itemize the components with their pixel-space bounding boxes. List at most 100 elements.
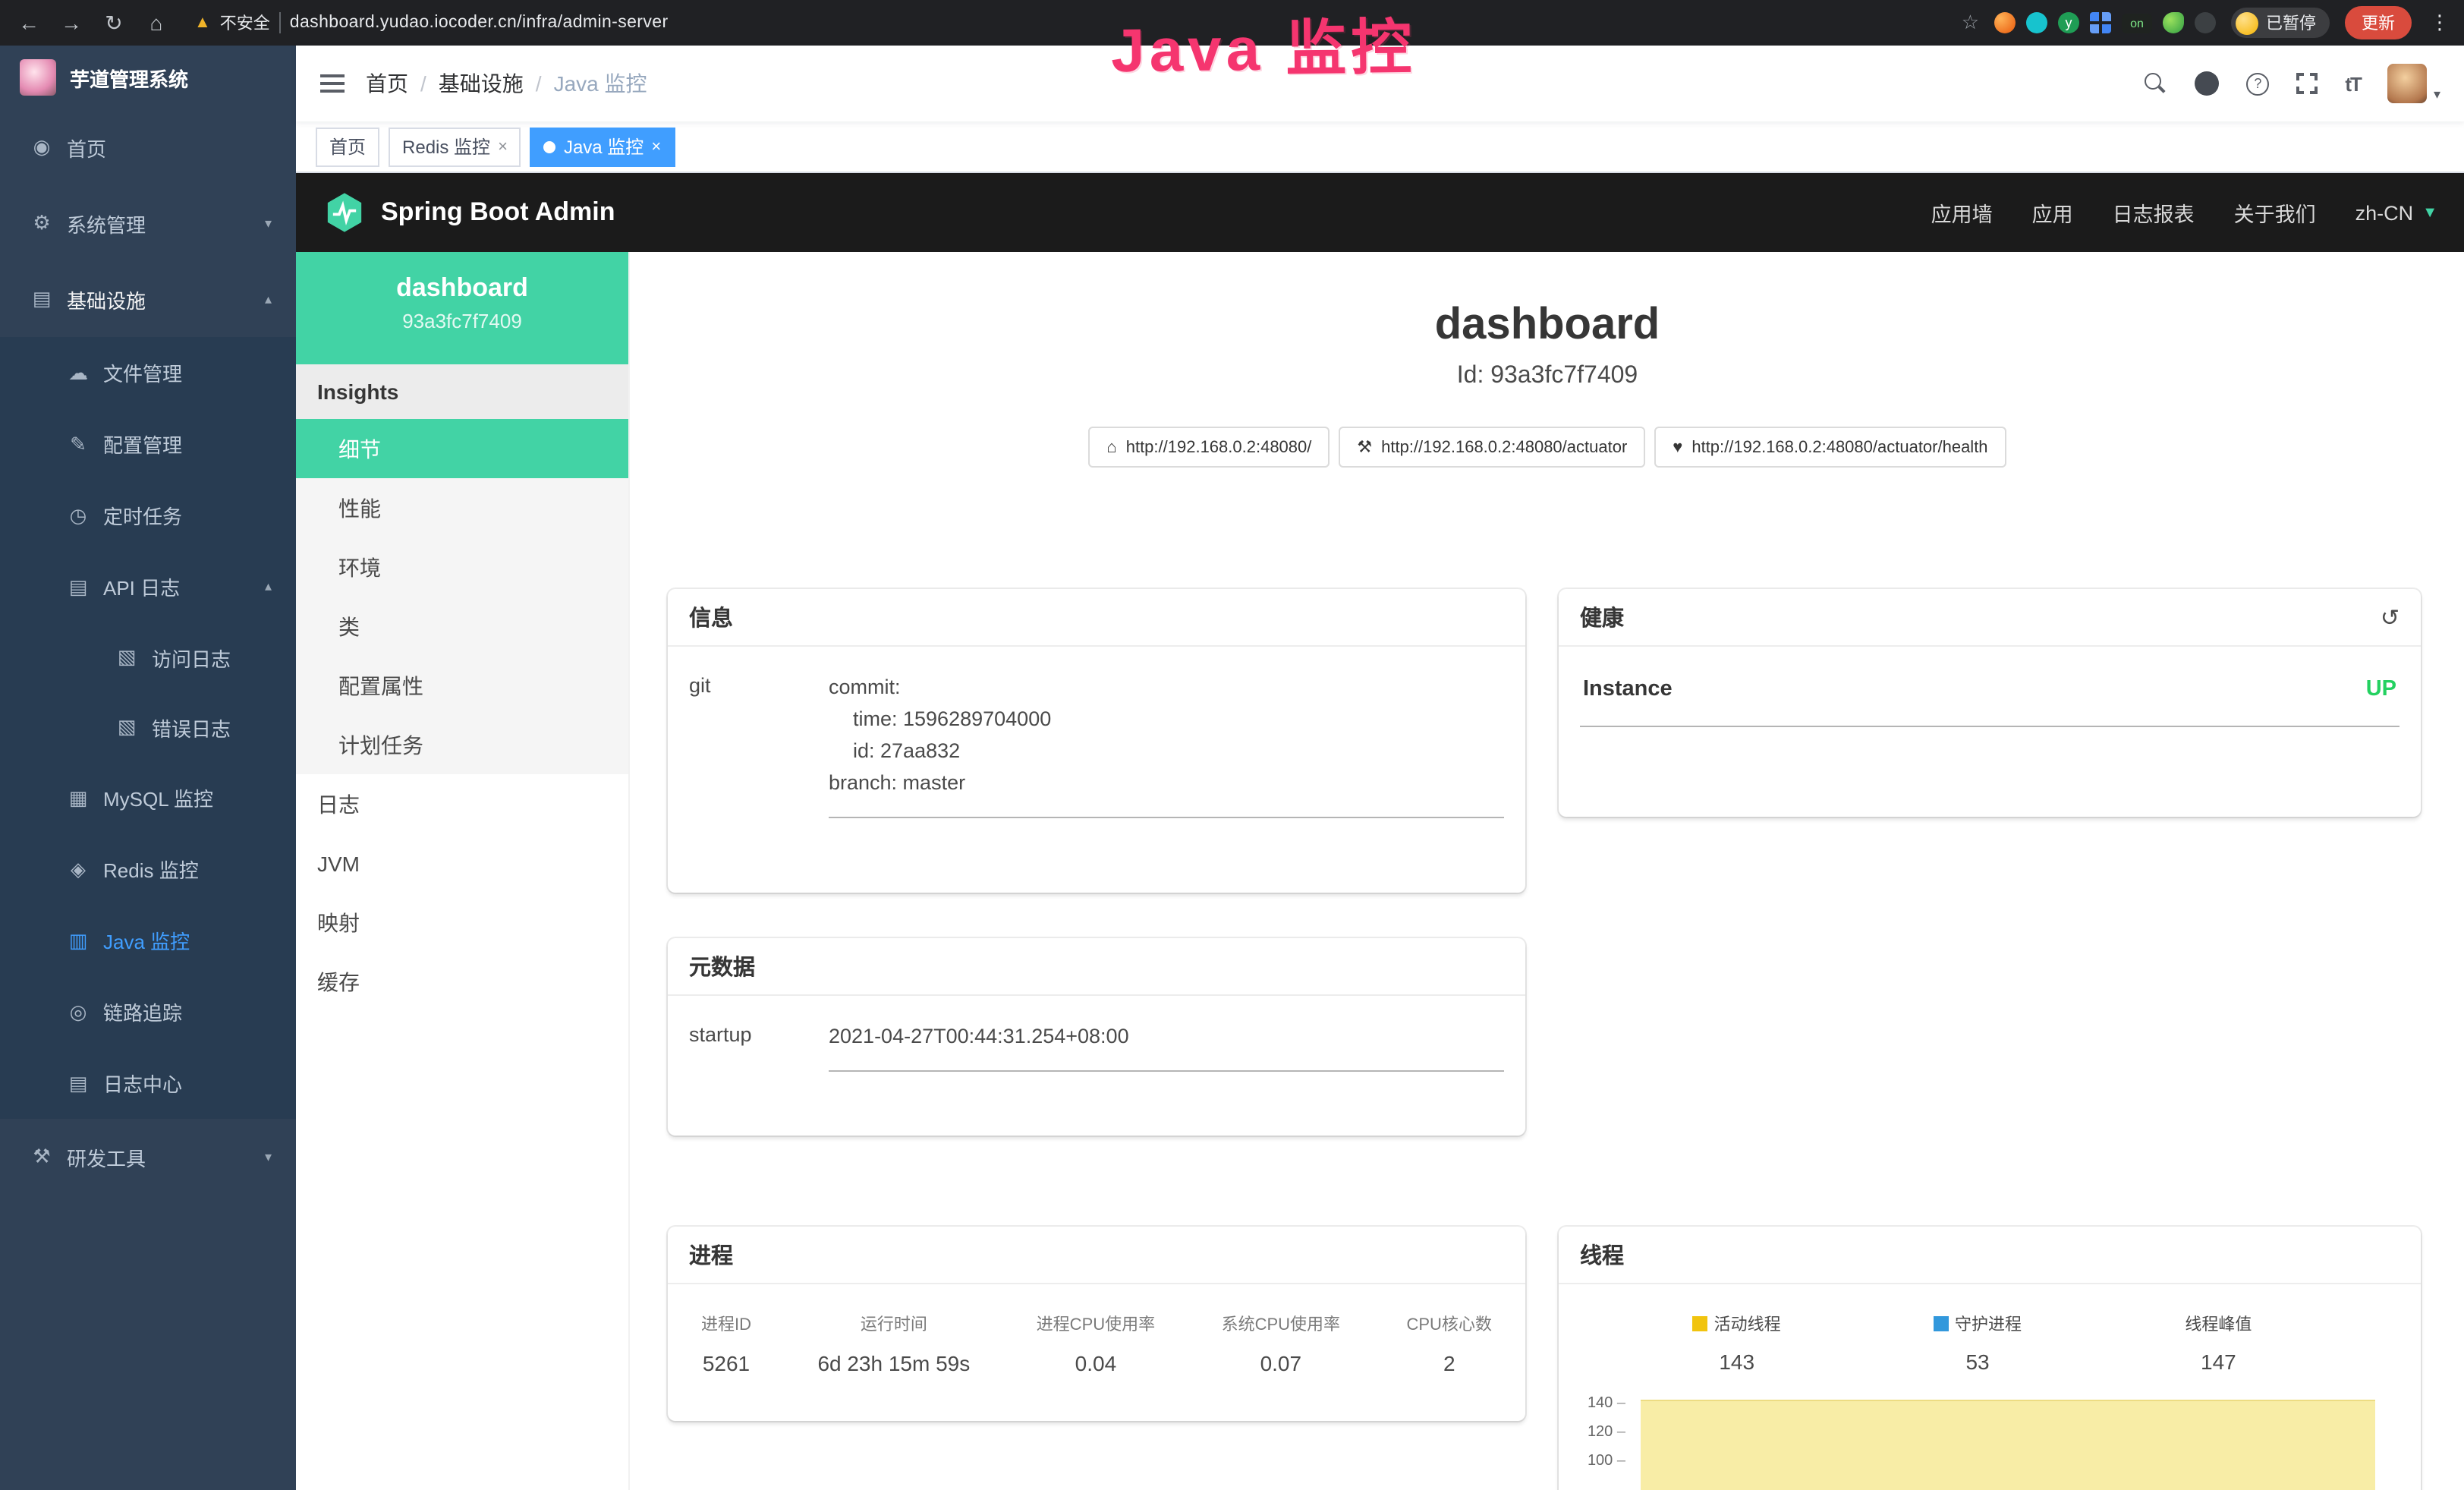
sba-nav-applications[interactable]: 应用 <box>2032 197 2073 228</box>
info-value: commit: time: 1596289704000 id: 27aa832 … <box>829 671 1504 818</box>
sidebar-item-infrastructure[interactable]: ▤ 基础设施 ▴ <box>0 261 296 337</box>
extension-leaf-icon[interactable] <box>2163 12 2184 33</box>
sba-nav: 应用墙 应用 日志报表 关于我们 zh-CN ▼ <box>1931 197 2437 228</box>
font-size-icon[interactable]: tT <box>2345 72 2361 95</box>
sba-brand[interactable]: Spring Boot Admin <box>323 191 615 234</box>
extension-on-badge-icon[interactable]: on <box>2122 13 2152 33</box>
close-icon[interactable]: × <box>651 137 661 156</box>
service-url-link[interactable]: ⌂ http://192.168.0.2:48080/ <box>1088 427 1330 468</box>
daemon-threads-swatch <box>1934 1316 1949 1331</box>
tab-home[interactable]: 首页 <box>316 127 379 166</box>
sba-nav-journal[interactable]: 日志报表 <box>2113 197 2195 228</box>
user-avatar <box>2388 64 2428 103</box>
chevron-down-icon: ▾ <box>265 1148 272 1165</box>
instance-name: dashboard <box>296 273 628 304</box>
sba-nav-wallboard[interactable]: 应用墙 <box>1931 197 1993 228</box>
process-pid: 进程ID 5261 <box>701 1312 751 1375</box>
history-icon[interactable]: ↺ <box>2381 603 2399 631</box>
mysql-db-icon: ▦ <box>67 786 90 810</box>
update-button[interactable]: 更新 <box>2345 6 2412 39</box>
process-uptime: 运行时间 6d 23h 15m 59s <box>817 1312 970 1375</box>
bookmark-star-icon[interactable]: ☆ <box>1962 11 1979 35</box>
metadata-key: startup <box>689 1020 829 1072</box>
sidebar-item-home[interactable]: ◉ 首页 <box>0 109 296 185</box>
fullscreen-icon[interactable] <box>2296 73 2318 94</box>
sidebar-item-log-center[interactable]: ▤ 日志中心 <box>0 1047 296 1119</box>
extension-drop-icon[interactable] <box>2026 12 2047 33</box>
cloud-file-icon: ☁ <box>67 361 90 385</box>
sidebar-item-access-logs[interactable]: ▧ 访问日志 <box>0 622 296 692</box>
home-dashboard-icon: ◉ <box>30 135 53 159</box>
breadcrumb-infra[interactable]: 基础设施 <box>439 68 524 99</box>
user-menu[interactable]: ▾ <box>2388 64 2440 103</box>
sba-instance-header[interactable]: dashboard 93a3fc7f7409 <box>296 252 628 364</box>
home-icon[interactable]: ⌂ <box>143 11 170 35</box>
sidebar-item-error-logs[interactable]: ▧ 错误日志 <box>0 692 296 762</box>
sidebar-item-file-management[interactable]: ☁ 文件管理 <box>0 337 296 408</box>
sba-menu-caches[interactable]: 缓存 <box>296 952 628 1011</box>
help-icon[interactable]: ? <box>2246 72 2269 95</box>
close-icon[interactable]: × <box>498 137 508 156</box>
sba-menu-config-props[interactable]: 配置属性 <box>296 656 628 715</box>
app-logo[interactable]: 芋道管理系统 <box>0 46 296 109</box>
sidebar-item-redis-monitor[interactable]: ◈ Redis 监控 <box>0 833 296 905</box>
sidebar-item-mysql-monitor[interactable]: ▦ MySQL 监控 <box>0 762 296 833</box>
sidebar-item-config-management[interactable]: ✎ 配置管理 <box>0 408 296 480</box>
tab-redis-monitor[interactable]: Redis 监控 × <box>389 127 521 166</box>
extension-y-icon[interactable]: y <box>2058 12 2079 33</box>
sba-menu-mappings[interactable]: 映射 <box>296 893 628 952</box>
sidebar-item-api-logs[interactable]: ▤ API 日志 ▴ <box>0 551 296 622</box>
sba-nav-about[interactable]: 关于我们 <box>2234 197 2316 228</box>
tab-java-monitor[interactable]: Java 监控 × <box>530 127 675 166</box>
wrench-icon: ⚒ <box>1357 437 1372 457</box>
actuator-url-link[interactable]: ⚒ http://192.168.0.2:48080/actuator <box>1339 427 1645 468</box>
extension-puppeteer-icon[interactable] <box>2195 12 2216 33</box>
hamburger-icon[interactable] <box>320 70 345 97</box>
health-card-header: 健康 ↺ <box>1559 589 2421 647</box>
browser-menu-icon[interactable]: ⋮ <box>2430 11 2450 35</box>
sidebar-item-java-monitor[interactable]: ▥ Java 监控 <box>0 905 296 976</box>
sidebar-item-system[interactable]: ⚙ 系统管理 ▾ <box>0 185 296 261</box>
forward-icon[interactable]: → <box>58 11 85 35</box>
sidebar-item-dev-tools[interactable]: ⚒ 研发工具 ▾ <box>0 1119 296 1195</box>
legend-live-threads: 活动线程 143 <box>1616 1312 1857 1374</box>
url-text[interactable]: dashboard.yudao.iocoder.cn/infra/admin-s… <box>290 14 669 32</box>
gear-icon: ⚙ <box>30 211 53 235</box>
health-instance-row[interactable]: Instance UP <box>1580 671 2399 727</box>
metadata-card: 元数据 startup 2021-04-27T00:44:31.254+08:0… <box>668 938 1525 1136</box>
live-threads-swatch <box>1693 1316 1708 1331</box>
sba-menu-beans[interactable]: 类 <box>296 597 628 656</box>
sidebar-item-tracing[interactable]: ◎ 链路追踪 <box>0 976 296 1047</box>
cpu-cores: CPU核心数 2 <box>1407 1312 1492 1375</box>
sba-menu-jvm[interactable]: JVM <box>296 833 628 893</box>
extension-fox-icon[interactable] <box>1994 12 2016 33</box>
sba-menu-details[interactable]: 细节 <box>296 419 628 478</box>
search-icon[interactable] <box>2143 71 2167 96</box>
annotation-text: Java 监控 <box>1110 0 1416 90</box>
sidebar-item-scheduled-jobs[interactable]: ◷ 定时任务 <box>0 480 296 551</box>
back-icon[interactable]: ← <box>15 11 42 35</box>
error-log-icon: ▧ <box>115 715 138 739</box>
health-url-link[interactable]: ♥ http://192.168.0.2:48080/actuator/heal… <box>1654 427 2006 468</box>
metadata-card-header: 元数据 <box>668 938 1525 996</box>
profile-avatar <box>2236 11 2258 34</box>
extension-grid-icon[interactable] <box>2090 12 2111 33</box>
sba-menu-group-insights: Insights <box>296 364 628 419</box>
github-icon[interactable] <box>2195 71 2219 96</box>
sba-menu-metrics[interactable]: 性能 <box>296 478 628 537</box>
app-title: 芋道管理系统 <box>70 63 188 92</box>
sba-menu-environment[interactable]: 环境 <box>296 537 628 597</box>
reload-icon[interactable]: ↻ <box>100 10 127 36</box>
sba-locale-select[interactable]: zh-CN ▼ <box>2355 201 2437 224</box>
health-card: 健康 ↺ Instance UP <box>1559 589 2421 817</box>
address-bar[interactable]: ▲ 不安全 dashboard.yudao.iocoder.cn/infra/a… <box>194 11 669 35</box>
breadcrumb-home[interactable]: 首页 <box>366 68 408 99</box>
sba-main: dashboard Id: 93a3fc7f7409 ⌂ http://192.… <box>630 252 2464 1490</box>
active-dot <box>544 140 556 153</box>
navbar-actions: ? tT ▾ <box>2143 64 2440 103</box>
sba-menu-logs[interactable]: 日志 <box>296 774 628 833</box>
status-badge: UP <box>2366 677 2396 701</box>
sba-menu-scheduled-tasks[interactable]: 计划任务 <box>296 715 628 774</box>
system-cpu-usage: 系统CPU使用率 0.07 <box>1222 1312 1340 1375</box>
profile-paused-badge[interactable]: 已暂停 <box>2231 8 2330 38</box>
